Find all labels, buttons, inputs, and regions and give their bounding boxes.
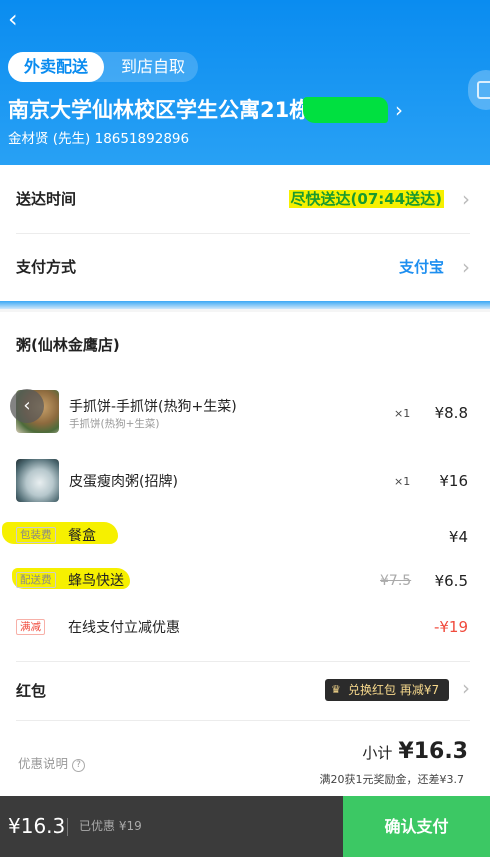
payment-method-value: 支付宝 [398, 258, 444, 276]
delivery-fee-tag: 配送费 [16, 572, 56, 588]
divider [16, 720, 470, 721]
chevron-right-icon[interactable]: › [395, 97, 403, 123]
redaction-mark [303, 97, 388, 123]
item-price: ¥16 [439, 472, 468, 490]
delivery-fee-price: ¥6.5 [434, 572, 468, 590]
tab-delivery[interactable]: 外卖配送 [8, 52, 104, 82]
side-float-icon[interactable] [468, 70, 490, 110]
item-quantity: ×1 [394, 407, 411, 420]
overlay-back-icon[interactable]: ‹ [10, 389, 44, 423]
item-quantity: ×1 [394, 475, 411, 488]
redeem-coupon-button[interactable]: ♛ 兑换红包 再减¥7 [325, 679, 449, 701]
delivery-fee-original: ¥7.5 [380, 573, 412, 589]
delivery-address[interactable]: 南京大学仙林校区学生公寓21栋 [8, 95, 310, 125]
item-name: 皮蛋瘦肉粥(招牌) [69, 474, 178, 490]
delivery-mode-tabs: 外卖配送 到店自取 [8, 52, 198, 82]
chevron-right-icon[interactable]: › [462, 165, 470, 233]
delivery-time-row[interactable]: 送达时间 尽快送达(07:44送达) › [16, 165, 470, 233]
crown-icon: ♛ [331, 683, 341, 696]
question-icon[interactable]: ? [72, 759, 86, 772]
bonus-hint: 满20获1元奖励金，还差¥3.7 [319, 773, 465, 786]
item-price: ¥8.8 [434, 404, 468, 422]
checkout-total: ¥16.3 [8, 814, 66, 838]
checkout-saved: 已优惠 ¥19 [79, 819, 142, 833]
tab-pickup[interactable]: 到店自取 [111, 52, 195, 82]
delivery-fee-name: 蜂鸟快送 [68, 573, 124, 589]
packing-fee-name: 餐盒 [68, 528, 96, 544]
item-thumbnail [16, 459, 59, 502]
packing-fee-tag: 包装费 [16, 527, 56, 543]
red-packet-label: 红包 [16, 682, 47, 700]
promo-explanation[interactable]: 优惠说明? [18, 753, 86, 772]
order-card: 粥(仙林金鹰店) ‹ 手抓饼-手抓饼(热狗+生菜) 手抓饼(热狗+生菜) ×1 … [0, 312, 490, 796]
delivery-time-value: 尽快送达(07:44送达) [288, 190, 444, 208]
item-spec: 手抓饼(热狗+生菜) [69, 418, 160, 430]
section-band [0, 301, 490, 309]
item-name: 手抓饼-手抓饼(热狗+生菜) [69, 399, 237, 415]
chevron-left-icon[interactable]: ‹ [8, 6, 30, 32]
chevron-right-icon[interactable]: › [462, 676, 470, 700]
discount-name: 在线支付立减优惠 [68, 620, 180, 636]
payment-method-row[interactable]: 支付方式 支付宝 › [16, 233, 470, 301]
discount-amount: -¥19 [433, 618, 468, 636]
delivery-time-label: 送达时间 [16, 190, 77, 208]
divider [67, 818, 68, 836]
subtotal-label: 小计 [362, 744, 393, 762]
checkout-bar: ¥16.3 已优惠 ¥19 确认支付 [0, 796, 490, 857]
address-header: ‹ 外卖配送 到店自取 南京大学仙林校区学生公寓21栋 › 金材贤 (先生) 1… [0, 0, 490, 175]
subtotal-amount: ¥16.3 [398, 739, 468, 764]
promo-explanation-label: 优惠说明 [18, 756, 69, 771]
redeem-coupon-label: 兑换红包 再减¥7 [348, 683, 440, 697]
discount-tag: 满减 [16, 619, 45, 635]
contact-info: 金材贤 (先生) 18651892896 [8, 131, 190, 147]
packing-fee-price: ¥4 [448, 528, 468, 546]
store-name: 粥(仙林金鹰店) [16, 336, 120, 354]
chevron-right-icon[interactable]: › [462, 233, 470, 301]
divider [16, 661, 470, 662]
subtotal: 小计 ¥16.3 [362, 739, 468, 764]
payment-method-label: 支付方式 [16, 258, 77, 276]
delivery-options-card: 送达时间 尽快送达(07:44送达) › 支付方式 支付宝 › [0, 165, 490, 301]
confirm-pay-button[interactable]: 确认支付 [343, 796, 490, 857]
